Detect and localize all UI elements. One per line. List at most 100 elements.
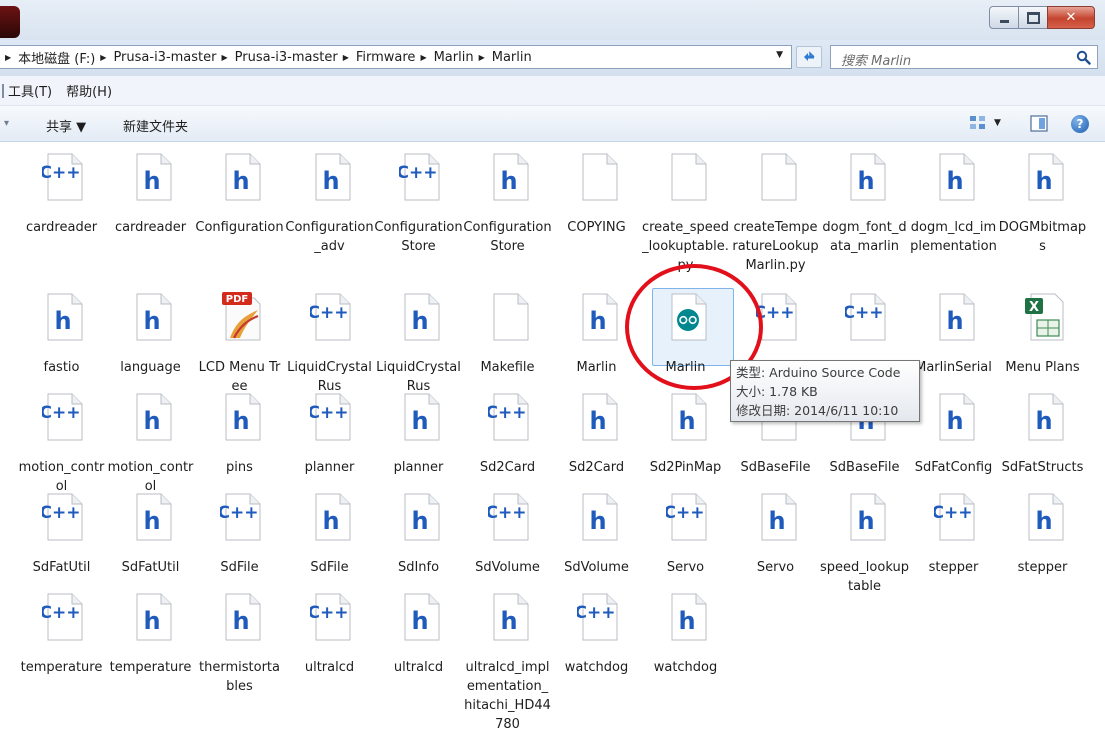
svg-text:h: h xyxy=(232,407,249,435)
header-file-icon: h xyxy=(220,592,264,642)
breadcrumb-item[interactable]: Marlin xyxy=(492,50,532,65)
breadcrumb-item[interactable]: Prusa-i3-master xyxy=(113,50,216,65)
cpp-file-icon: C++ xyxy=(486,492,532,542)
svg-text:C++: C++ xyxy=(310,303,348,323)
toolbar-overflow-icon[interactable]: ▾ xyxy=(4,118,9,129)
header-file-icon: h xyxy=(934,292,978,342)
file-name: dogm_font_data_marlin xyxy=(822,220,907,254)
file-name: createTemperatureLookupMarlin.py xyxy=(732,220,819,273)
file-name: watchdog xyxy=(653,660,718,675)
svg-text:h: h xyxy=(143,167,160,195)
cpp-file-icon: C++ xyxy=(40,492,86,542)
blank-file-icon xyxy=(756,152,800,202)
breadcrumb-separator-icon[interactable]: ▶ xyxy=(100,53,106,62)
svg-text:C++: C++ xyxy=(399,163,437,183)
svg-text:h: h xyxy=(678,407,695,435)
minimize-button[interactable] xyxy=(989,6,1019,29)
menu-tools[interactable]: 工具(T) xyxy=(8,81,52,100)
header-file-icon: h xyxy=(1023,492,1067,542)
header-file-icon: h xyxy=(1023,152,1067,202)
title-bar: ✕ xyxy=(0,0,1105,40)
file-name: SdFatStructs xyxy=(1001,460,1084,475)
svg-text:C++: C++ xyxy=(845,303,883,323)
address-bar[interactable]: ▶ 本地磁盘 (F:) ▶ Prusa-i3-master ▶ Prusa-i3-mast… xyxy=(0,45,792,69)
svg-text:C++: C++ xyxy=(488,503,526,523)
header-file-icon: h xyxy=(577,492,621,542)
command-toolbar: ▾ 共享 ▼ 新建文件夹 ▼ ? xyxy=(0,106,1105,142)
cpp-file-icon: C++ xyxy=(40,392,86,442)
preview-pane-icon[interactable] xyxy=(1030,115,1048,132)
maximize-button[interactable] xyxy=(1018,6,1048,29)
header-file-icon: h xyxy=(488,152,532,202)
share-button[interactable]: 共享 ▼ xyxy=(46,116,86,135)
file-name: Sd2Card xyxy=(568,460,625,475)
svg-text:h: h xyxy=(678,607,695,635)
breadcrumb-separator-icon[interactable]: ▶ xyxy=(479,53,485,62)
file-name: SdFile xyxy=(310,560,349,575)
svg-text:h: h xyxy=(1035,167,1052,195)
address-history-dropdown-icon[interactable]: ▼ xyxy=(776,50,783,60)
svg-text:h: h xyxy=(946,407,963,435)
breadcrumb-separator-icon[interactable]: ▶ xyxy=(5,53,11,62)
help-icon[interactable]: ? xyxy=(1071,115,1089,133)
file-name: COPYING xyxy=(567,220,626,235)
svg-text:C++: C++ xyxy=(220,503,258,523)
svg-text:h: h xyxy=(54,307,71,335)
file-name: temperature xyxy=(109,660,192,675)
file-name: Sd2PinMap xyxy=(649,460,722,475)
file-name: ConfigurationStore xyxy=(463,220,552,254)
cpp-file-icon: C++ xyxy=(397,152,443,202)
cpp-file-icon: C++ xyxy=(308,392,354,442)
breadcrumb-separator-icon[interactable]: ▶ xyxy=(343,53,349,62)
breadcrumb-item[interactable]: Firmware xyxy=(356,50,416,65)
file-name: ultralcd xyxy=(393,660,444,675)
search-input[interactable]: 搜索 Marlin xyxy=(841,50,911,69)
tooltip-size: 大小: 1.78 KB xyxy=(736,384,818,399)
close-icon: ✕ xyxy=(1065,10,1077,25)
tooltip-type: 类型: Arduino Source Code xyxy=(736,365,901,380)
svg-text:C++: C++ xyxy=(42,403,80,423)
svg-text:h: h xyxy=(857,167,874,195)
breadcrumb-separator-icon[interactable]: ▶ xyxy=(420,53,426,62)
cpp-file-icon: C++ xyxy=(932,492,978,542)
new-folder-button[interactable]: 新建文件夹 xyxy=(123,116,188,135)
view-options-dropdown-icon[interactable]: ▼ xyxy=(994,118,1001,128)
svg-text:h: h xyxy=(500,167,517,195)
menu-help[interactable]: 帮助(H) xyxy=(66,81,112,100)
header-file-icon: h xyxy=(131,592,175,642)
header-file-icon: h xyxy=(42,292,86,342)
cpp-file-icon: C++ xyxy=(218,492,264,542)
cpp-file-icon: C++ xyxy=(308,292,354,342)
svg-text:X: X xyxy=(1029,300,1039,315)
svg-text:h: h xyxy=(411,507,428,535)
address-row: ▶ 本地磁盘 (F:) ▶ Prusa-i3-master ▶ Prusa-i3-mast… xyxy=(0,40,1105,76)
file-name: LiquidCrystalRus xyxy=(376,360,461,394)
search-box[interactable]: 搜索 Marlin xyxy=(830,45,1098,69)
file-name: planner xyxy=(393,460,444,475)
file-name: SdVolume xyxy=(564,560,629,575)
blank-file-icon xyxy=(666,152,710,202)
file-name: watchdog xyxy=(564,660,629,675)
search-icon[interactable] xyxy=(1076,50,1091,65)
menu-bar: 工具(T) 帮助(H) xyxy=(0,76,1105,106)
breadcrumb-item[interactable]: Marlin xyxy=(434,50,474,65)
breadcrumb-item[interactable]: 本地磁盘 (F:) xyxy=(18,48,95,67)
file-name: SdFatConfig xyxy=(914,460,993,475)
file-name: ConfigurationStore xyxy=(374,220,463,254)
breadcrumb-item[interactable]: Prusa-i3-master xyxy=(235,50,338,65)
svg-text:h: h xyxy=(589,307,606,335)
breadcrumb-separator-icon[interactable]: ▶ xyxy=(221,53,227,62)
pdf-file-icon: PDF xyxy=(220,292,264,342)
svg-text:h: h xyxy=(232,607,249,635)
change-view-icon[interactable] xyxy=(969,115,987,131)
svg-text:h: h xyxy=(589,407,606,435)
file-name: cardreader xyxy=(114,220,187,235)
menu-edge-divider xyxy=(2,84,4,98)
header-file-icon: h xyxy=(845,492,889,542)
refresh-button[interactable] xyxy=(796,46,822,68)
header-file-icon: h xyxy=(577,392,621,442)
file-name: Sd2Card xyxy=(479,460,536,475)
close-button[interactable]: ✕ xyxy=(1047,6,1095,29)
header-file-icon: h xyxy=(577,292,621,342)
header-file-icon: h xyxy=(310,152,354,202)
